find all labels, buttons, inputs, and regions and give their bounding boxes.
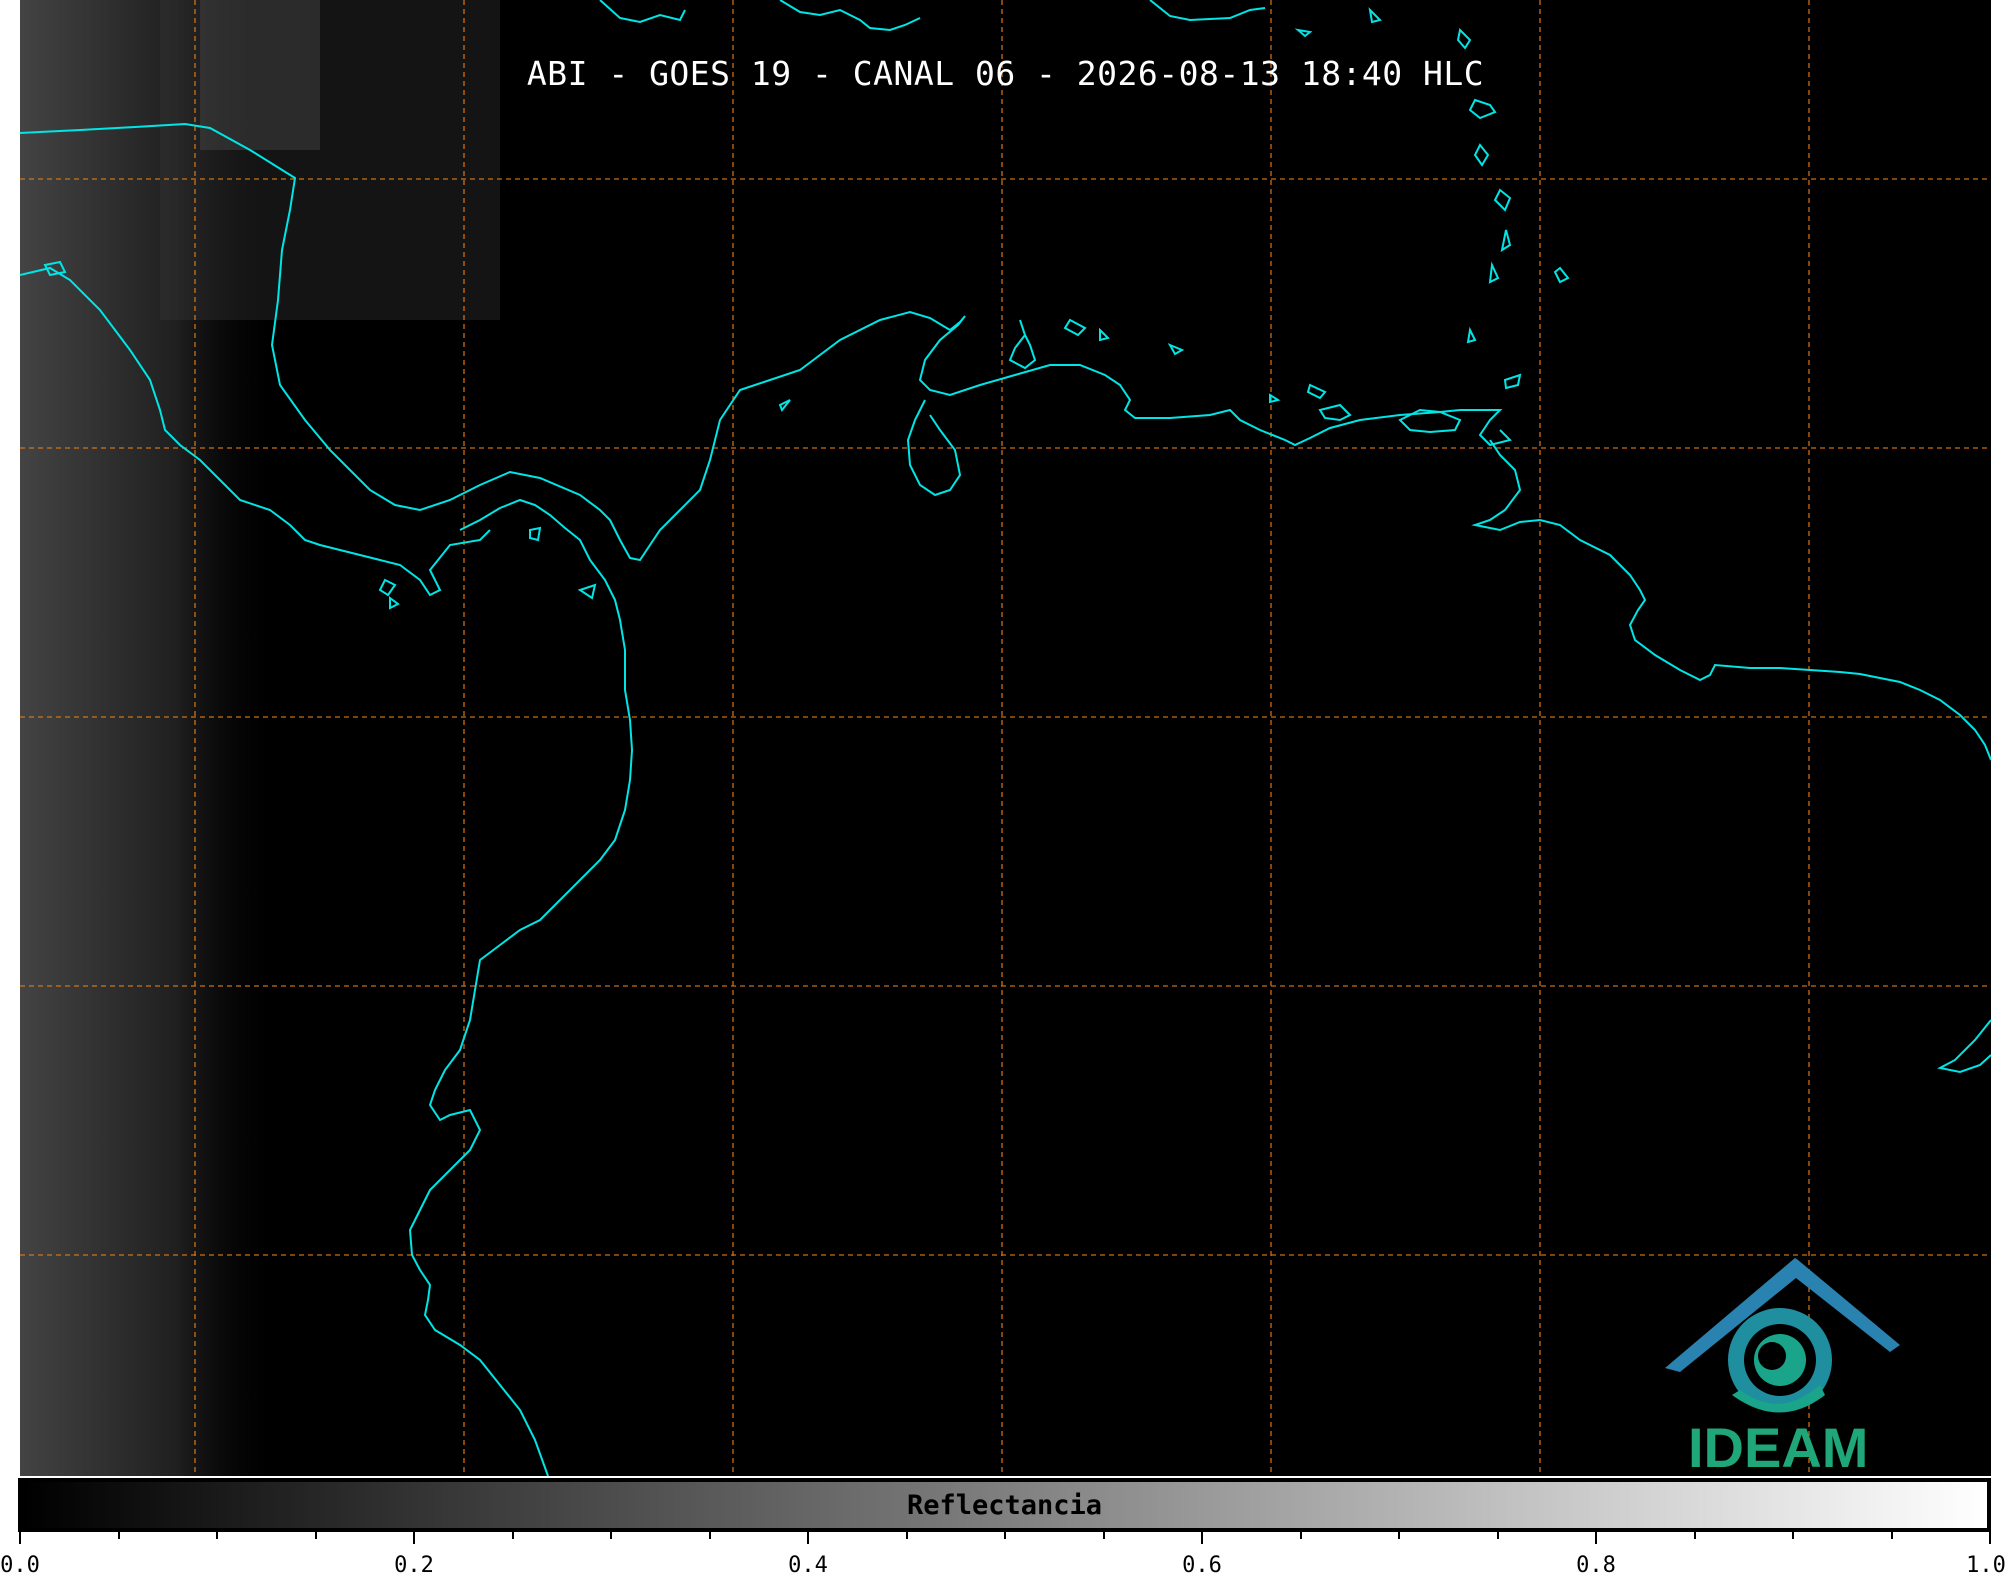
- colorbar-tick-label: 0.8: [1576, 1553, 1616, 1578]
- colorbar-tick-label: 1.0: [1966, 1553, 2006, 1578]
- colorbar-tick-label: 0.2: [394, 1553, 434, 1578]
- colorbar-tick-label: 0.0: [0, 1553, 40, 1578]
- satellite-map: ABI - GOES 19 - CANAL 06 - 2026-08-13 18…: [20, 0, 1991, 1476]
- map-layers: [20, 0, 1991, 1476]
- colorbar: Reflectancia: [18, 1478, 1991, 1532]
- ideam-logo-text: IDEAM: [1688, 1416, 1869, 1479]
- colorbar-ticks: [19, 1532, 1991, 1544]
- colorbar-label: Reflectancia: [906, 1489, 1103, 1521]
- colorbar-tick-label: 0.6: [1182, 1553, 1222, 1578]
- map-title: ABI - GOES 19 - CANAL 06 - 2026-08-13 18…: [526, 54, 1485, 93]
- colorbar-tick-label: 0.4: [788, 1553, 828, 1578]
- ideam-logo-icon: [1665, 1258, 1900, 1413]
